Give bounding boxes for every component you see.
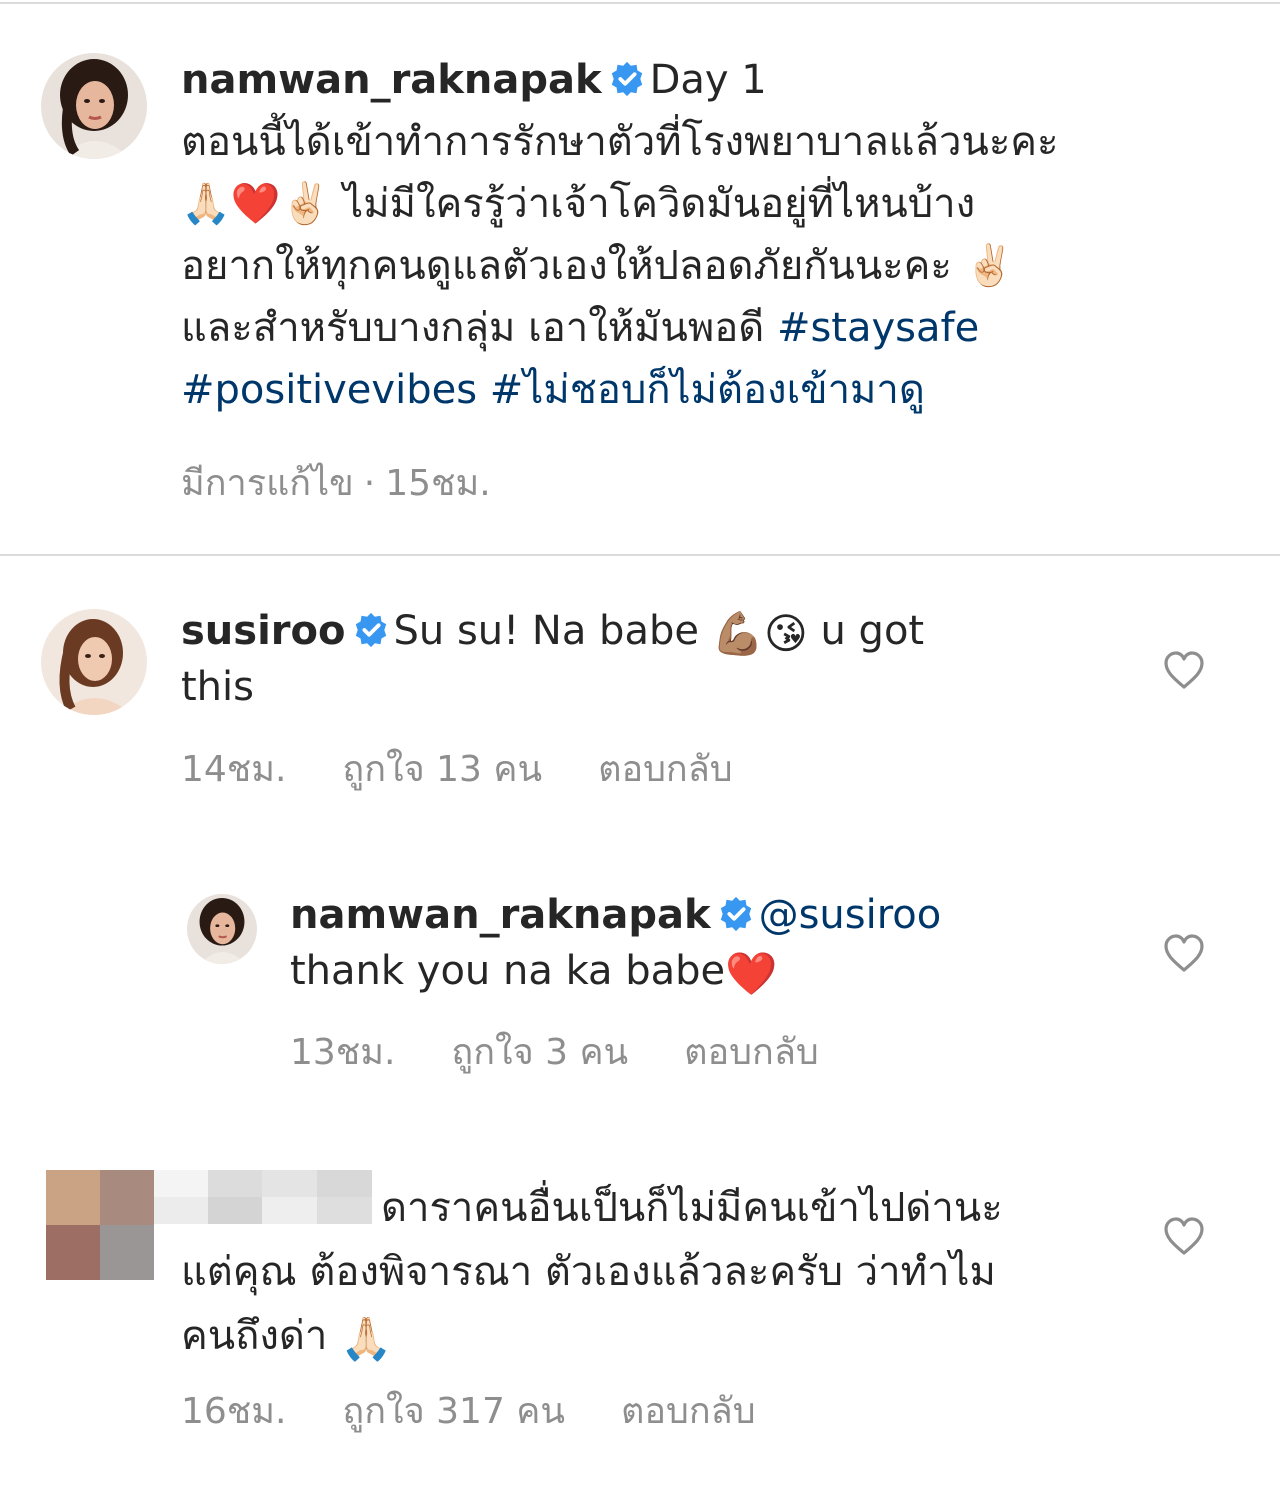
mention-link[interactable]: @susiroo	[759, 892, 942, 938]
verified-badge-icon	[611, 61, 642, 97]
separator-dot: ·	[363, 463, 376, 504]
reply-text: thank you na ka babe	[290, 948, 726, 994]
likes-count[interactable]: ถูกใจ 3 คน	[451, 1032, 628, 1073]
comment-line-1: susiroo Su su! Na babe 💪🏽😘 u got	[181, 603, 1141, 659]
comment-time: 14ชม.	[181, 749, 287, 790]
post-time: 15ชม.	[385, 463, 491, 504]
edited-label: มีการแก้ไข	[181, 463, 354, 504]
comment-line-2: this	[181, 664, 254, 710]
comment-body: ดาราคนอื่นเป็นก็ไม่มีคนเข้าไปด่านะ แต่คุ…	[181, 1176, 1141, 1368]
caption-line-1: namwan_raknapak Day 1	[181, 49, 1181, 111]
comment-meta: 14ชม. ถูกใจ 13 คน ตอบกลับ	[181, 748, 733, 792]
caption-line-6: #positivevibes #ไม่ชอบก็ไม่ต้องเข้ามาดู	[181, 359, 1181, 421]
comment-body: susiroo Su su! Na babe 💪🏽😘 u got this	[181, 603, 1141, 715]
heart-outline-icon[interactable]	[1162, 932, 1206, 976]
hashtag-link[interactable]: #staysafe	[777, 305, 979, 351]
post-author-avatar[interactable]	[41, 53, 147, 159]
comment-line-1: ดาราคนอื่นเป็นก็ไม่มีคนเข้าไปด่านะ	[181, 1176, 1141, 1240]
red-heart-emoji: ❤️	[725, 949, 778, 998]
comment-time: 16ชม.	[181, 1391, 287, 1432]
muscle-kiss-emoji: 💪🏽😘	[711, 609, 808, 658]
comment-line-3: คนถึงด่า 🙏🏻	[181, 1304, 1141, 1368]
post-username[interactable]: namwan_raknapak	[181, 57, 602, 103]
reply-author-avatar[interactable]	[187, 894, 257, 964]
likes-count[interactable]: ถูกใจ 317 คน	[342, 1391, 565, 1432]
caption-text: และสำหรับบางกลุ่ม เอาให้มันพอดี	[181, 305, 777, 351]
verified-badge-icon	[355, 612, 386, 648]
hashtag-link[interactable]: #positivevibes	[181, 367, 477, 413]
caption-line-5: และสำหรับบางกลุ่ม เอาให้มันพอดี #staysaf…	[181, 297, 1181, 359]
comment-text: ดาราคนอื่นเป็นก็ไม่มีคนเข้าไปด่านะ	[381, 1185, 1003, 1231]
reply-button[interactable]: ตอบกลับ	[598, 749, 733, 790]
comment-line-2: แต่คุณ ต้องพิจารณา ตัวเองแล้วละครับ ว่าท…	[181, 1249, 996, 1295]
caption-text: Day 1	[649, 57, 767, 103]
verified-badge-icon	[720, 896, 751, 932]
caption-line-4: อยากให้ทุกคนดูแลตัวเองให้ปลอดภัยกันนะคะ …	[181, 243, 1015, 289]
heart-outline-icon[interactable]	[1162, 1215, 1206, 1259]
reply-button[interactable]: ตอบกลับ	[684, 1032, 819, 1073]
post-caption: namwan_raknapak Day 1 ตอนนี้ได้เข้าทำการร…	[181, 49, 1181, 421]
comment-text: u got	[807, 608, 925, 654]
pixelated-avatar	[46, 1170, 154, 1280]
comment-meta: 16ชม. ถูกใจ 317 คน ตอบกลับ	[181, 1390, 756, 1434]
reply-username[interactable]: namwan_raknapak	[290, 892, 711, 938]
hashtag-link[interactable]: #ไม่ชอบก็ไม่ต้องเข้ามาดู	[490, 367, 925, 413]
reply-time: 13ชม.	[290, 1032, 396, 1073]
reply-meta: 13ชม. ถูกใจ 3 คน ตอบกลับ	[290, 1031, 819, 1075]
folded-hands-emoji: 🙏🏻	[340, 1314, 393, 1363]
commenter-avatar[interactable]	[41, 609, 147, 715]
caption-line-2: ตอนนี้ได้เข้าทำการรักษาตัวที่โรงพยาบาลแล…	[181, 119, 1059, 165]
comment-username[interactable]: susiroo	[181, 608, 346, 654]
comment-text: คนถึงด่า	[181, 1313, 341, 1359]
reply-line-2: thank you na ka babe❤️	[290, 943, 1140, 999]
caption-divider	[0, 554, 1280, 556]
post-meta: มีการแก้ไข · 15ชม.	[181, 462, 547, 506]
reply-line-1: namwan_raknapak @susiroo	[290, 887, 1140, 943]
heart-outline-icon[interactable]	[1162, 649, 1206, 693]
likes-count[interactable]: ถูกใจ 13 คน	[342, 749, 542, 790]
reply-button[interactable]: ตอบกลับ	[621, 1391, 756, 1432]
caption-line-3: 🙏🏻❤️✌🏻 ไม่มีใครรู้ว่าเจ้าโควิดมันอยู่ที่…	[181, 181, 976, 227]
top-divider	[0, 2, 1280, 4]
comment-text: Su su! Na babe	[393, 608, 712, 654]
reply-body: namwan_raknapak @susiroo thank you na ka …	[290, 887, 1140, 999]
